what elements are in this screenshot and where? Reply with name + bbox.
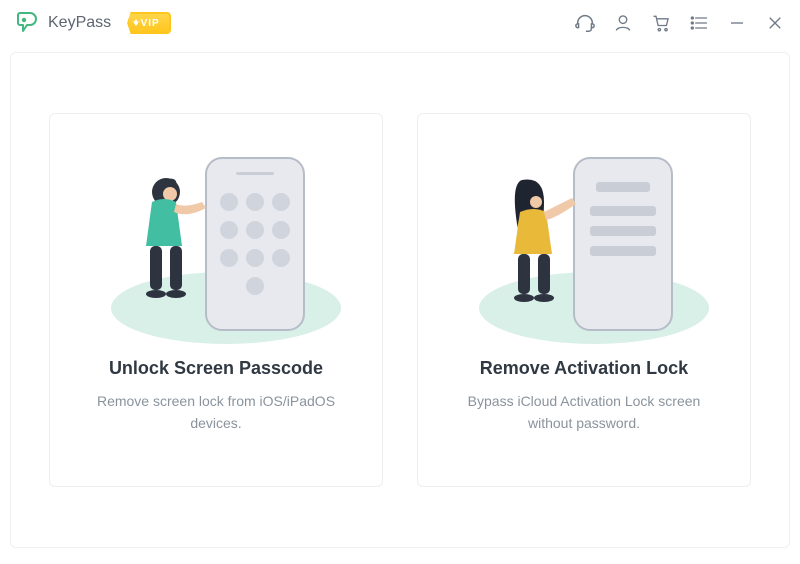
vip-label: VIP — [141, 18, 160, 29]
headset-icon[interactable] — [574, 12, 596, 34]
app-logo-icon — [16, 12, 38, 34]
unlock-passcode-card[interactable]: Unlock Screen Passcode Remove screen loc… — [49, 113, 383, 487]
user-icon[interactable] — [612, 12, 634, 34]
vip-badge[interactable]: VIP — [127, 12, 171, 34]
main-panel: Unlock Screen Passcode Remove screen loc… — [10, 52, 790, 548]
app-name: KeyPass — [48, 14, 111, 32]
brand: KeyPass VIP — [16, 12, 171, 34]
minimize-icon[interactable] — [726, 12, 748, 34]
menu-icon[interactable] — [688, 12, 710, 34]
window-controls — [574, 12, 786, 34]
remove-title: Remove Activation Lock — [480, 358, 688, 379]
unlock-title: Unlock Screen Passcode — [109, 358, 323, 379]
unlock-desc: Remove screen lock from iOS/iPadOS devic… — [86, 391, 346, 434]
remove-illustration — [438, 140, 730, 350]
close-icon[interactable] — [764, 12, 786, 34]
unlock-illustration — [70, 140, 362, 350]
remove-desc: Bypass iCloud Activation Lock screen wit… — [454, 391, 714, 434]
cart-icon[interactable] — [650, 12, 672, 34]
title-bar: KeyPass VIP — [0, 0, 800, 46]
remove-activation-card[interactable]: Remove Activation Lock Bypass iCloud Act… — [417, 113, 751, 487]
